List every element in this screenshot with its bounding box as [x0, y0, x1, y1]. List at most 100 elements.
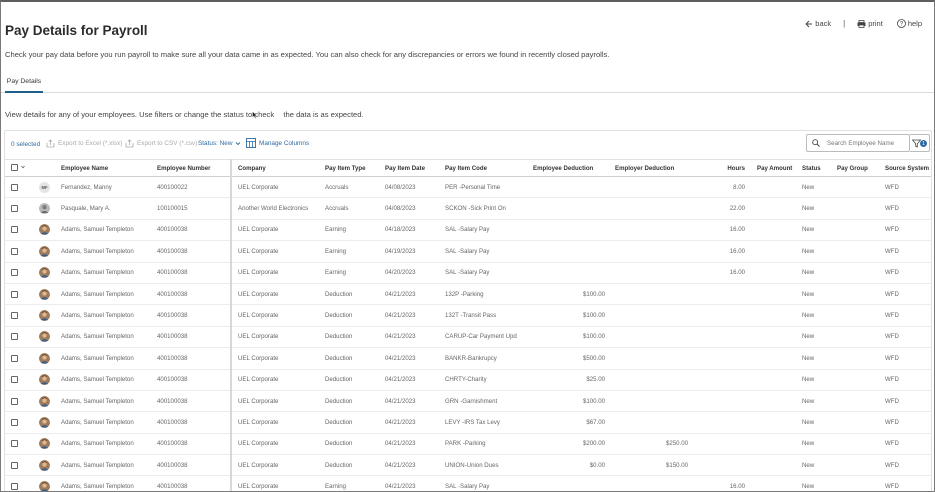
- row-checkbox[interactable]: [11, 354, 18, 362]
- table-description-suffix: the data is as expected.: [283, 110, 364, 119]
- source-system: WFD: [885, 240, 931, 263]
- company: UEL Corporate: [231, 454, 325, 477]
- column-header[interactable]: Source System: [885, 159, 931, 177]
- row-checkbox[interactable]: [11, 269, 18, 277]
- row-checkbox[interactable]: [11, 205, 18, 213]
- pay-amount: [747, 390, 802, 413]
- row-select-cell: [5, 411, 35, 434]
- row-checkbox[interactable]: [11, 183, 18, 191]
- table-row[interactable]: Adams, Samuel Templeton 400100038 UEL Corp…: [5, 283, 931, 306]
- table-row[interactable]: Adams, Samuel Templeton 400100038 UEL Corp…: [5, 304, 931, 327]
- company: Another World Electronics: [231, 197, 325, 220]
- employee-name[interactable]: Adams, Samuel Templeton: [61, 262, 157, 284]
- column-header[interactable]: Employee Name: [61, 159, 157, 177]
- column-header[interactable]: Pay Item Date: [385, 159, 445, 177]
- pay-group: [837, 197, 885, 220]
- table-row[interactable]: Adams, Samuel Templeton 400100038 UEL Corp…: [5, 411, 931, 434]
- row-checkbox[interactable]: [11, 226, 18, 234]
- row-checkbox[interactable]: [11, 290, 18, 298]
- employee-name[interactable]: Adams, Samuel Templeton: [61, 475, 157, 491]
- column-header[interactable]: Status: [802, 159, 837, 177]
- pay-item-code: SAL -Salary Pay: [445, 262, 533, 284]
- column-header[interactable]: Pay Amount: [747, 159, 802, 177]
- row-checkbox[interactable]: [11, 376, 18, 384]
- printer-icon: [857, 19, 866, 28]
- table-row[interactable]: Adams, Samuel Templeton 400100038 UEL Corp…: [5, 475, 931, 491]
- employee-name[interactable]: Fernandez, Manny: [61, 176, 157, 199]
- filter-button[interactable]: 1: [910, 134, 930, 152]
- source-system: WFD: [885, 262, 931, 284]
- employee-name[interactable]: Adams, Samuel Templeton: [61, 219, 157, 242]
- table-row[interactable]: Adams, Samuel Templeton 400100038 UEL Corp…: [5, 219, 931, 242]
- row-checkbox[interactable]: [11, 311, 18, 319]
- column-header[interactable]: Pay Item Type: [325, 159, 385, 177]
- column-header[interactable]: Employer Deduction: [615, 159, 702, 177]
- search-input[interactable]: [827, 136, 907, 150]
- employee-name[interactable]: Adams, Samuel Templeton: [61, 283, 157, 306]
- row-checkbox[interactable]: [11, 461, 18, 469]
- pay-item-code: SAL -Salary Pay: [445, 475, 533, 491]
- company: UEL Corporate: [231, 219, 325, 242]
- table-row[interactable]: Adams, Samuel Templeton 400100038 UEL Corp…: [5, 433, 931, 456]
- employee-name[interactable]: Adams, Samuel Templeton: [61, 454, 157, 477]
- avatar: [39, 224, 50, 236]
- source-system: WFD: [885, 475, 931, 491]
- employee-name[interactable]: Adams, Samuel Templeton: [61, 326, 157, 349]
- help-button[interactable]: ? help: [896, 19, 922, 28]
- status-dropdown[interactable]: Status: New: [198, 140, 241, 147]
- employee-name[interactable]: Adams, Samuel Templeton: [61, 347, 157, 370]
- row-checkbox[interactable]: [11, 440, 18, 448]
- employee-name[interactable]: Adams, Samuel Templeton: [61, 433, 157, 456]
- pay-item-type: Accruals: [325, 197, 385, 220]
- avatar: [39, 395, 50, 407]
- table-row[interactable]: Pasquale, Mary A. 100100015 Another World …: [5, 197, 931, 220]
- table-row[interactable]: Adams, Samuel Templeton 400100038 UEL Corp…: [5, 454, 931, 477]
- column-header[interactable]: Hours: [702, 159, 747, 177]
- table-row[interactable]: Adams, Samuel Templeton 400100038 UEL Corp…: [5, 240, 931, 263]
- row-checkbox[interactable]: [11, 247, 18, 255]
- employee-name[interactable]: Adams, Samuel Templeton: [61, 304, 157, 327]
- column-header[interactable]: Pay Group: [837, 159, 885, 177]
- employee-number: 400100038: [157, 304, 232, 327]
- row-checkbox[interactable]: [11, 418, 18, 426]
- row-checkbox[interactable]: [11, 397, 18, 405]
- export-excel-button[interactable]: Export to Excel (*.xlsx): [46, 139, 122, 148]
- employee-number: 400100038: [157, 283, 232, 306]
- pay-amount: [747, 283, 802, 306]
- export-csv-button[interactable]: Export to CSV (*.csv): [125, 139, 197, 148]
- employee-name[interactable]: Adams, Samuel Templeton: [61, 411, 157, 434]
- avatar: [39, 459, 50, 471]
- pay-item-date: 04/21/2023: [385, 326, 445, 349]
- select-all-checkbox[interactable]: [11, 163, 18, 171]
- avatar: [39, 267, 50, 279]
- table-row[interactable]: Adams, Samuel Templeton 400100038 UEL Corp…: [5, 326, 931, 349]
- pay-group: [837, 411, 885, 434]
- tab-pay-details[interactable]: Pay Details: [5, 74, 43, 93]
- table-row[interactable]: Adams, Samuel Templeton 400100038 UEL Corp…: [5, 262, 931, 284]
- table-row[interactable]: MF Fernandez, Manny 400100022 UEL Corporate…: [5, 176, 931, 199]
- avatar-cell: [35, 262, 61, 284]
- select-all-cell: [5, 159, 35, 177]
- column-header[interactable]: Employee Number: [157, 159, 232, 177]
- back-button[interactable]: back: [805, 19, 831, 28]
- pay-group: [837, 433, 885, 456]
- manage-columns-button[interactable]: Manage Columns: [246, 138, 309, 148]
- column-header[interactable]: Pay Item Code: [445, 159, 533, 177]
- pay-item-type: Earning: [325, 240, 385, 263]
- table-row[interactable]: Adams, Samuel Templeton 400100038 UEL Corp…: [5, 347, 931, 370]
- table-row[interactable]: Adams, Samuel Templeton 400100038 UEL Corp…: [5, 390, 931, 413]
- employee-name[interactable]: Adams, Samuel Templeton: [61, 390, 157, 413]
- column-header[interactable]: Employee Deduction: [533, 159, 615, 177]
- print-button[interactable]: print: [857, 19, 883, 28]
- employee-name[interactable]: Adams, Samuel Templeton: [61, 240, 157, 263]
- row-checkbox[interactable]: [11, 333, 18, 341]
- table-row[interactable]: Adams, Samuel Templeton 400100038 UEL Corp…: [5, 369, 931, 391]
- employee-name[interactable]: Pasquale, Mary A.: [61, 197, 157, 220]
- column-header[interactable]: Company: [231, 159, 325, 177]
- row-checkbox[interactable]: [11, 483, 18, 491]
- chevron-down-icon[interactable]: [21, 165, 25, 169]
- employee-name[interactable]: Adams, Samuel Templeton: [61, 369, 157, 391]
- employer-deduction: [615, 304, 702, 327]
- table-description: View details for any of your employees. …: [5, 110, 364, 119]
- avatar-cell: [35, 283, 61, 306]
